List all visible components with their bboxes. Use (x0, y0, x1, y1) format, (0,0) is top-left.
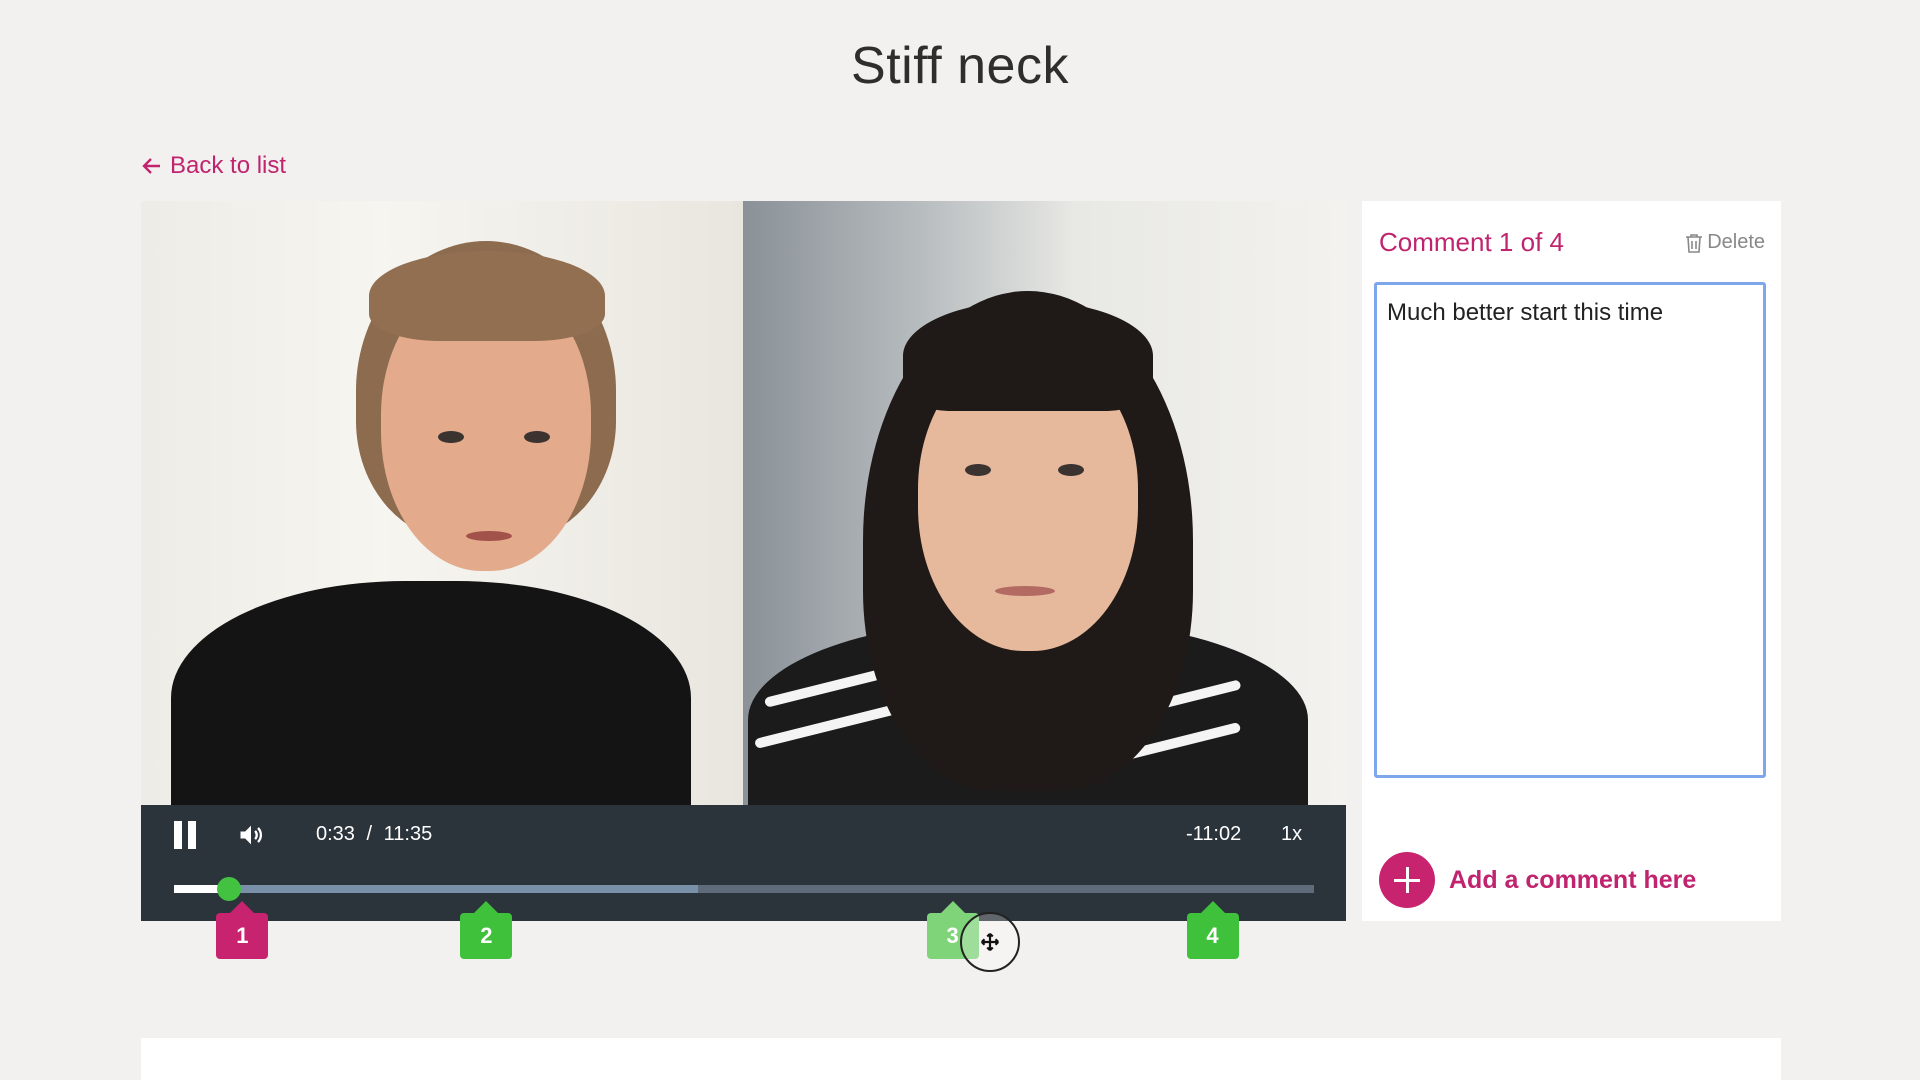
delete-label: Delete (1707, 231, 1765, 253)
time-separator: / (366, 823, 373, 845)
trash-icon (1686, 233, 1703, 253)
video-player[interactable]: 0:33 / 11:35 -11:02 1x (141, 201, 1346, 921)
video-feed-right (743, 201, 1346, 805)
move-cursor-icon (960, 912, 1020, 972)
add-comment-button[interactable]: Add a comment here (1379, 852, 1696, 908)
video-frame[interactable] (141, 201, 1346, 805)
plus-circle-icon (1379, 852, 1435, 908)
pause-button[interactable] (167, 817, 203, 853)
video-control-bar: 0:33 / 11:35 -11:02 1x (141, 805, 1346, 921)
comment-marker-1[interactable]: 1 (216, 901, 269, 959)
comment-panel: Comment 1 of 4 Delete Much better start … (1362, 201, 1781, 921)
playback-speed-button[interactable]: 1x (1281, 823, 1302, 846)
volume-button[interactable] (231, 815, 271, 855)
comment-marker-2[interactable]: 2 (460, 901, 513, 959)
progress-handle[interactable] (216, 877, 241, 901)
volume-icon (240, 825, 263, 845)
add-comment-label: Add a comment here (1449, 865, 1697, 894)
page-title: Stiff neck (851, 37, 1069, 95)
current-time: 0:33 (316, 823, 355, 845)
delete-comment-button[interactable]: Delete (1685, 231, 1765, 254)
progress-buffered (174, 885, 699, 893)
comment-counter: Comment 1 of 4 (1379, 227, 1564, 257)
remaining-time: -11:02 (1186, 823, 1242, 845)
video-feed-left (141, 201, 743, 805)
back-link-label: Back to list (170, 152, 287, 179)
pause-icon (174, 821, 182, 849)
duration: 11:35 (383, 823, 433, 845)
progress-bar[interactable] (174, 877, 1314, 901)
back-to-list-link[interactable]: Back to list (140, 152, 286, 180)
time-display: 0:33 / 11:35 (316, 823, 432, 846)
comment-textarea[interactable]: Much better start this time (1374, 282, 1766, 778)
comment-marker-4[interactable]: 4 (1186, 901, 1239, 959)
bottom-content-card (141, 1038, 1781, 1080)
arrow-left-icon (142, 158, 160, 174)
